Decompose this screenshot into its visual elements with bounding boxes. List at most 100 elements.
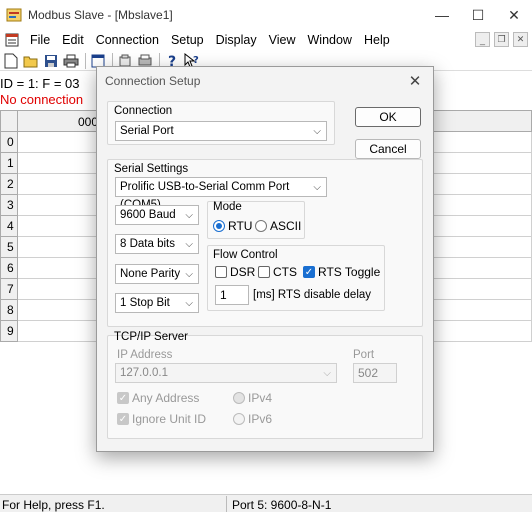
row-number: 0 bbox=[0, 132, 18, 153]
dsr-checkbox[interactable]: DSR bbox=[215, 265, 255, 279]
app-icon bbox=[6, 8, 22, 22]
ip-address-value: 127.0.0.1 bbox=[120, 367, 168, 379]
ipv4-radio[interactable]: IPv4 bbox=[233, 391, 272, 405]
status-help-text: For Help, press F1. bbox=[2, 498, 105, 512]
cancel-button[interactable]: Cancel bbox=[355, 139, 421, 159]
chevron-down-icon: ⌵ bbox=[185, 239, 193, 250]
ip-address-label: IP Address bbox=[117, 349, 173, 361]
mdi-close-button[interactable]: ✕ bbox=[513, 32, 528, 47]
data-bits-value: 8 Data bits bbox=[120, 238, 175, 250]
row-number: 9 bbox=[0, 321, 18, 342]
chevron-down-icon: ⌵ bbox=[323, 368, 331, 379]
checkbox-unchecked-icon bbox=[258, 266, 270, 278]
mode-label: Mode bbox=[213, 201, 242, 213]
row-number: 7 bbox=[0, 279, 18, 300]
any-address-checkbox[interactable]: ✓ Any Address bbox=[117, 391, 199, 405]
dialog-title: Connection Setup bbox=[105, 74, 201, 88]
menu-edit[interactable]: Edit bbox=[56, 33, 90, 47]
cts-label: CTS bbox=[273, 265, 297, 279]
serial-port-select[interactable]: Prolific USB-to-Serial Comm Port (COM5) … bbox=[115, 177, 327, 211]
row-number: 6 bbox=[0, 258, 18, 279]
ascii-label: ASCII bbox=[270, 219, 302, 233]
ascii-radio[interactable]: ASCII bbox=[255, 219, 301, 233]
menu-bar: File Edit Connection Setup Display View … bbox=[0, 30, 532, 50]
menu-display[interactable]: Display bbox=[210, 33, 263, 47]
parity-select[interactable]: None Parity ⌵ bbox=[115, 264, 199, 284]
maximize-button[interactable]: ☐ bbox=[460, 0, 496, 30]
parity-value: None Parity bbox=[120, 268, 181, 280]
rtu-label: RTU bbox=[228, 219, 253, 233]
new-icon[interactable] bbox=[2, 52, 20, 70]
ignore-unit-id-label: Ignore Unit ID bbox=[132, 412, 207, 426]
chevron-down-icon: ⌵ bbox=[313, 182, 321, 193]
ipv6-radio[interactable]: IPv6 bbox=[233, 412, 272, 426]
status-divider bbox=[226, 496, 227, 512]
open-icon[interactable] bbox=[22, 52, 40, 70]
chevron-down-icon: ⌵ bbox=[185, 269, 193, 280]
rts-delay-label: [ms] RTS disable delay bbox=[253, 289, 372, 301]
flow-control-label: Flow Control bbox=[213, 249, 278, 261]
mdi-restore-button[interactable]: ❐ bbox=[494, 32, 509, 47]
port-input[interactable]: 502 bbox=[353, 363, 397, 383]
svg-text:?: ? bbox=[193, 55, 199, 66]
ok-button[interactable]: OK bbox=[355, 107, 421, 127]
checkbox-checked-icon: ✓ bbox=[117, 392, 129, 404]
mdi-minimize-button[interactable]: _ bbox=[475, 32, 490, 47]
cts-checkbox[interactable]: CTS bbox=[258, 265, 297, 279]
close-window-button[interactable]: ✕ bbox=[496, 0, 532, 30]
connection-group-label: Connection bbox=[114, 105, 173, 117]
dialog-close-icon[interactable]: ✕ bbox=[403, 69, 427, 93]
baud-select[interactable]: 9600 Baud ⌵ bbox=[115, 205, 199, 225]
radio-selected-icon bbox=[233, 392, 245, 404]
slave-id-label: ID = 1: F = 03 bbox=[0, 76, 80, 91]
menu-window[interactable]: Window bbox=[302, 33, 358, 47]
menu-help[interactable]: Help bbox=[358, 33, 396, 47]
print-icon[interactable] bbox=[62, 52, 80, 70]
chevron-down-icon: ⌵ bbox=[185, 210, 193, 221]
menu-file[interactable]: File bbox=[24, 33, 56, 47]
row-number: 3 bbox=[0, 195, 18, 216]
menu-connection[interactable]: Connection bbox=[90, 33, 165, 47]
row-number: 2 bbox=[0, 174, 18, 195]
row-number: 1 bbox=[0, 153, 18, 174]
stop-bits-select[interactable]: 1 Stop Bit ⌵ bbox=[115, 293, 199, 313]
row-number: 5 bbox=[0, 237, 18, 258]
ignore-unit-id-checkbox[interactable]: ✓ Ignore Unit ID bbox=[117, 412, 206, 426]
checkbox-checked-icon: ✓ bbox=[303, 266, 315, 278]
window-title: Modbus Slave - [Mbslave1] bbox=[28, 8, 173, 22]
ip-address-select[interactable]: 127.0.0.1 ⌵ bbox=[115, 363, 337, 383]
row-number: 8 bbox=[0, 300, 18, 321]
connection-type-value: Serial Port bbox=[120, 125, 174, 137]
baud-value: 9600 Baud bbox=[120, 209, 176, 221]
port-label: Port bbox=[353, 349, 375, 361]
stop-bits-value: 1 Stop Bit bbox=[120, 297, 170, 309]
data-bits-select[interactable]: 8 Data bits ⌵ bbox=[115, 234, 199, 254]
title-bar: Modbus Slave - [Mbslave1] — ☐ ✕ bbox=[0, 0, 532, 30]
radio-unselected-icon bbox=[233, 413, 245, 425]
row-number: 4 bbox=[0, 216, 18, 237]
minimize-button[interactable]: — bbox=[424, 0, 460, 30]
chevron-down-icon: ⌵ bbox=[313, 126, 321, 137]
any-address-label: Any Address bbox=[132, 391, 200, 405]
menu-view[interactable]: View bbox=[263, 33, 302, 47]
connection-type-select[interactable]: Serial Port ⌵ bbox=[115, 121, 327, 141]
radio-selected-icon bbox=[213, 220, 225, 232]
ipv4-label: IPv4 bbox=[248, 391, 273, 405]
toolbar-separator bbox=[85, 52, 86, 69]
ipv6-label: IPv6 bbox=[248, 412, 273, 426]
document-icon[interactable] bbox=[4, 32, 20, 48]
connection-setup-dialog: Connection Setup ✕ Connection Serial Por… bbox=[96, 66, 434, 452]
rtu-radio[interactable]: RTU bbox=[213, 219, 252, 233]
menu-setup[interactable]: Setup bbox=[165, 33, 210, 47]
dsr-label: DSR bbox=[230, 265, 256, 279]
save-icon[interactable] bbox=[42, 52, 60, 70]
chevron-down-icon: ⌵ bbox=[185, 298, 193, 309]
tcpip-server-label: TCP/IP Server bbox=[114, 331, 188, 343]
rts-toggle-checkbox[interactable]: ✓ RTS Toggle bbox=[303, 265, 380, 279]
serial-settings-label: Serial Settings bbox=[114, 163, 189, 175]
connection-status: No connection bbox=[0, 92, 84, 107]
checkbox-unchecked-icon bbox=[215, 266, 227, 278]
grid-corner bbox=[0, 110, 18, 132]
radio-unselected-icon bbox=[255, 220, 267, 232]
rts-delay-input[interactable]: 1 bbox=[215, 285, 249, 305]
